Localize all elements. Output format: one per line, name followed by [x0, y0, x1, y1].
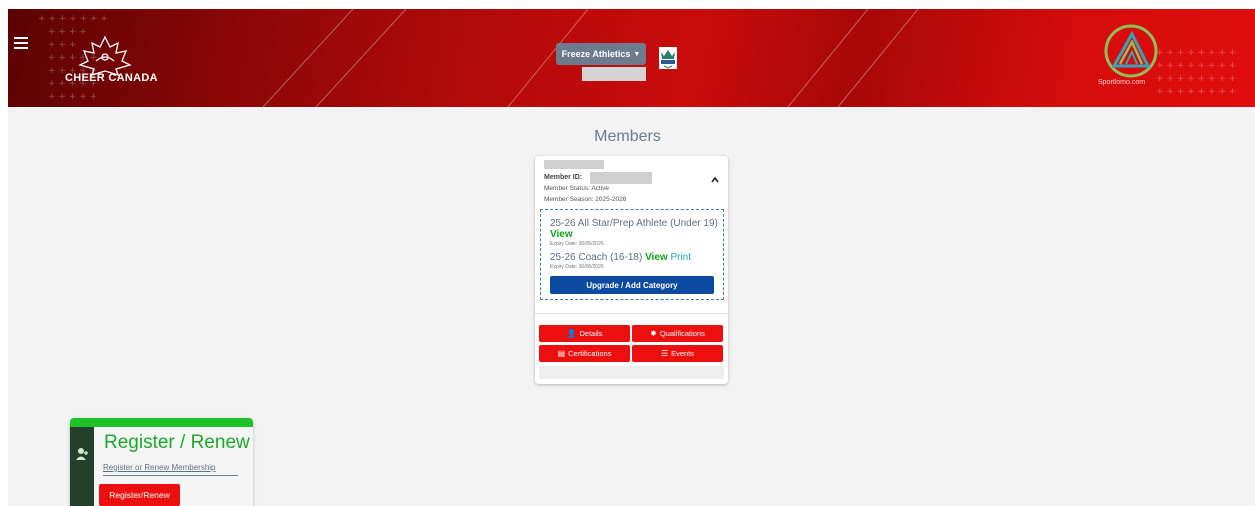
events-label: Events	[671, 349, 695, 358]
register-link-underline	[103, 475, 238, 476]
member-id-redacted	[590, 172, 652, 184]
register-renew-button[interactable]: Register/Renew	[99, 484, 180, 506]
svg-text:+ + + + + + + +: + + + + + + + +	[1156, 74, 1236, 84]
svg-text:+ + + + + + + +: + + + + + + + +	[1156, 61, 1236, 71]
member-card: Member ID: Member Status: Active Member …	[535, 156, 728, 384]
events-button[interactable]: ☰ Events	[632, 345, 723, 362]
caret-down-icon: ▼	[633, 50, 641, 58]
print-link[interactable]: Print	[670, 252, 691, 263]
expiry-date: Expiry Date: 30/06/2026	[550, 264, 604, 270]
category-item: 25-26 Coach (16-18) View Print	[550, 252, 720, 263]
badge-icon: ✸	[650, 329, 657, 338]
category-name: 25-26 All Star/Prep Athlete (Under 19)	[550, 218, 718, 229]
register-card-sidebar	[70, 427, 94, 506]
view-link[interactable]: View	[645, 252, 668, 263]
user-plus-icon	[76, 448, 88, 460]
qualifications-button[interactable]: ✸ Qualifications	[632, 325, 723, 342]
details-button[interactable]: 👤 Details	[539, 325, 630, 342]
freeze-logo-icon[interactable]	[659, 47, 677, 69]
qualifications-label: Qualifications	[659, 329, 705, 338]
hamburger-menu-icon[interactable]	[14, 37, 28, 49]
club-selector-label: Freeze Athletics	[561, 49, 631, 59]
brand-name: CHEER CANADA	[65, 72, 158, 84]
register-membership-link[interactable]: Register or Renew Membership	[103, 463, 216, 472]
register-card: Register / Renew Register or Renew Membe…	[70, 418, 253, 506]
svg-text:+ + + + + + + +: + + + + + + + +	[1156, 87, 1236, 97]
member-season: Member Season: 2025-2026	[544, 196, 627, 203]
details-label: Details	[579, 329, 603, 338]
upgrade-category-button[interactable]: Upgrade / Add Category	[550, 276, 714, 294]
certifications-label: Certifications	[568, 349, 612, 358]
list-icon: ☰	[660, 349, 669, 358]
club-selector-button[interactable]: Freeze Athletics ▼	[556, 43, 646, 65]
partner-name: Sportlomo.com	[1098, 79, 1146, 86]
member-status: Member Status: Active	[544, 185, 610, 192]
chevron-up-icon[interactable]	[710, 175, 720, 185]
sportlomo-logo-icon[interactable]	[1102, 24, 1160, 82]
register-card-accent	[70, 418, 253, 427]
svg-text:+ + + + + + + +: + + + + + + + +	[1156, 48, 1236, 58]
category-name: 25-26 Coach (16-18)	[550, 252, 643, 263]
header-banner: + + + + + + + + + + + + + + + + + + + + …	[8, 9, 1255, 107]
user-name-redacted	[582, 67, 646, 81]
category-item: 25-26 All Star/Prep Athlete (Under 19) V…	[550, 218, 720, 240]
svg-text:+ + + + + + +: + + + + + + +	[38, 14, 108, 24]
page-title: Members	[594, 128, 661, 145]
member-id-label: Member ID:	[544, 174, 583, 181]
view-link[interactable]: View	[550, 229, 573, 240]
register-title: Register / Renew	[104, 432, 250, 453]
category-list: 25-26 All Star/Prep Athlete (Under 19) V…	[540, 209, 724, 300]
user-icon: 👤	[566, 329, 577, 338]
member-name-redacted	[544, 160, 604, 169]
card-footer	[539, 366, 724, 379]
expiry-date: Expiry Date: 30/06/2026	[550, 241, 604, 247]
cheer-canada-logo-icon[interactable]	[60, 35, 150, 95]
card-divider	[535, 313, 728, 314]
certifications-button[interactable]: ▤ Certifications	[539, 345, 630, 362]
certificate-icon: ▤	[557, 349, 566, 358]
